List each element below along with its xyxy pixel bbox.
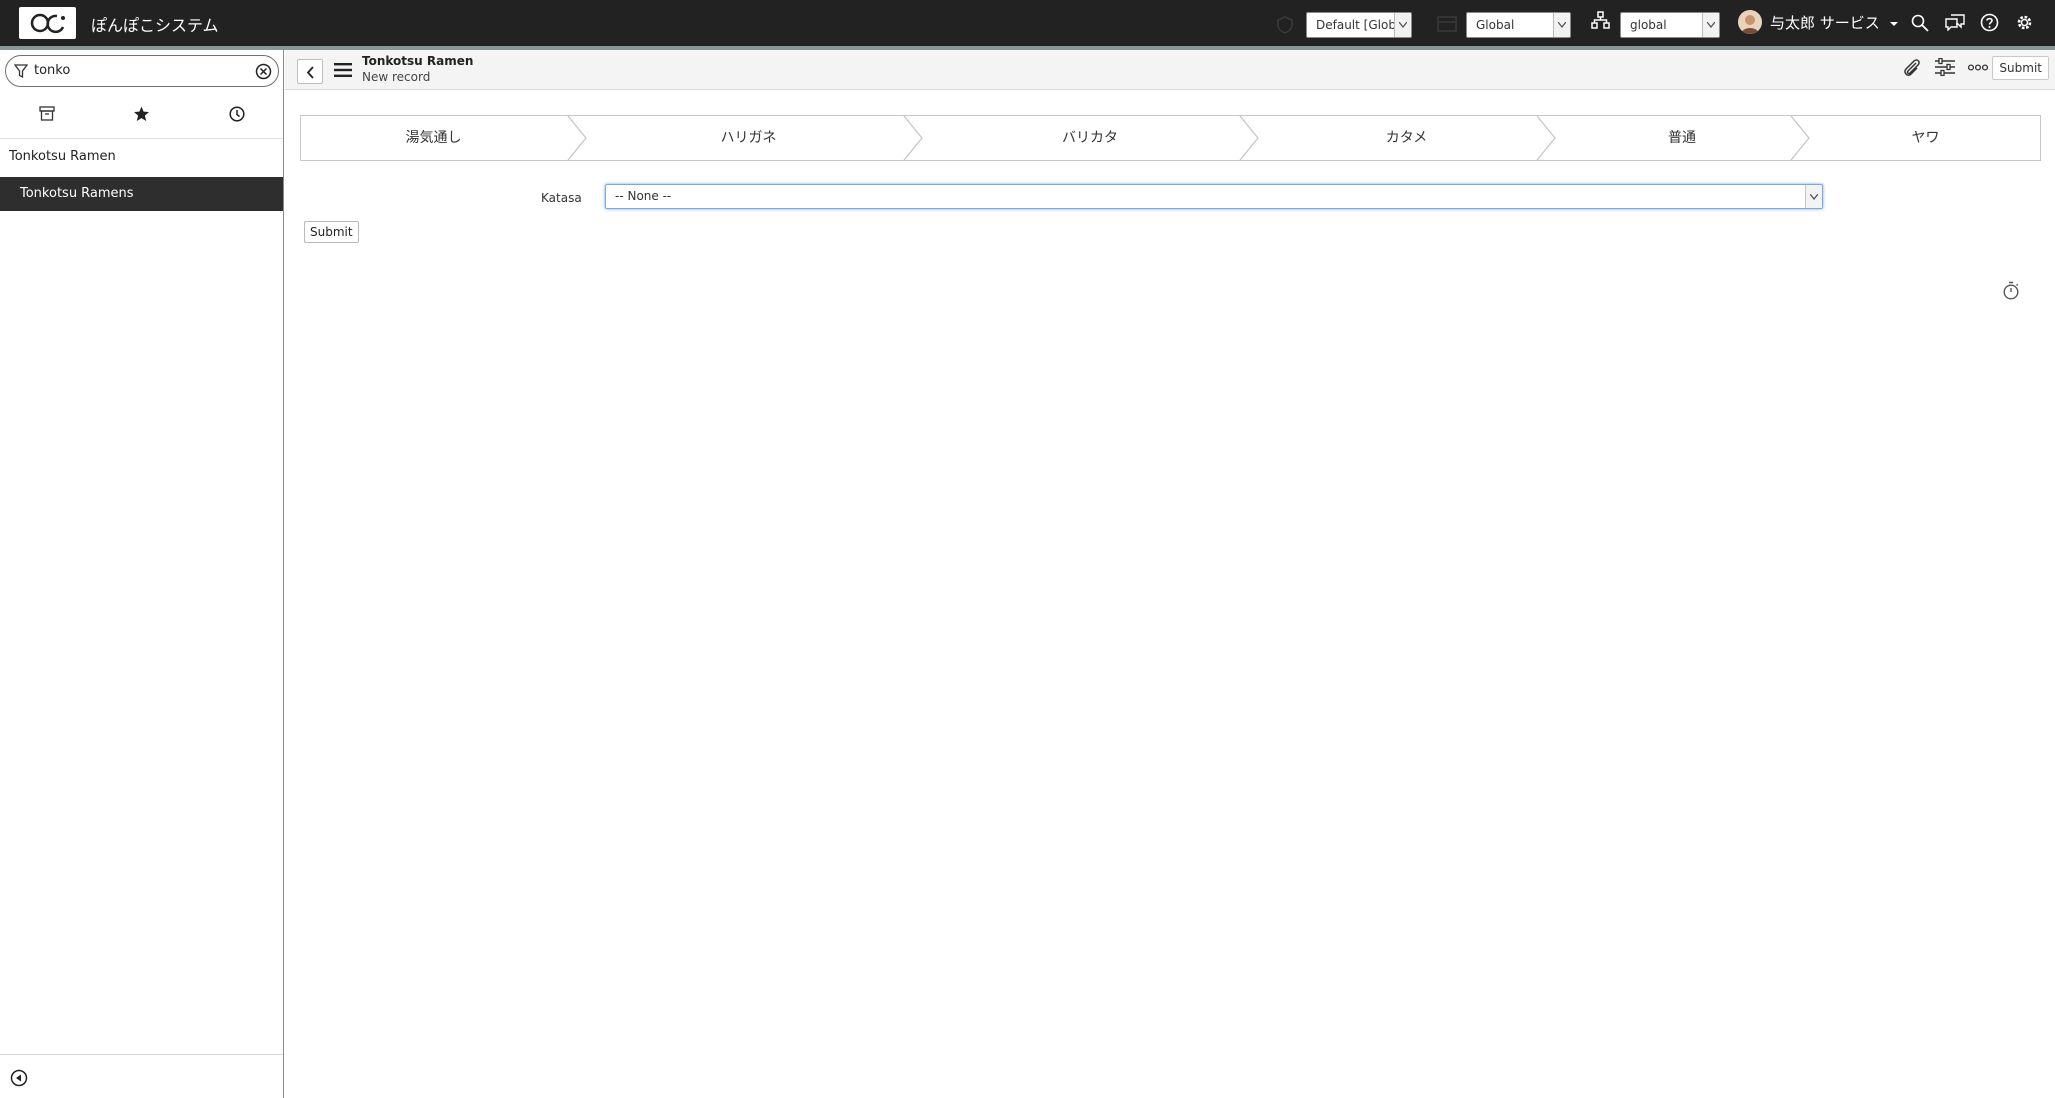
flow-step: ヤワ (1911, 130, 1940, 146)
gear-icon[interactable] (2015, 13, 2034, 32)
archive-icon[interactable] (39, 106, 55, 121)
back-button[interactable] (297, 59, 323, 84)
domain-value: global (1630, 18, 1667, 32)
shield-icon[interactable] (1277, 16, 1293, 34)
sidebar-footer (0, 1054, 283, 1098)
process-flow: 湯気通し ハリガネ バリカタ カタメ 普通 ヤワ (300, 115, 2041, 161)
help-icon[interactable] (1980, 13, 1999, 32)
katasa-select[interactable]: -- None -- (605, 184, 1823, 209)
nav-module-label: Tonkotsu Ramens (20, 186, 134, 201)
katasa-select-value: -- None -- (615, 189, 672, 203)
flow-step: ハリガネ (720, 130, 777, 146)
search-icon[interactable] (1911, 14, 1929, 32)
application-scope-value: Global (1476, 18, 1515, 32)
personalize-form-icon[interactable] (1935, 58, 1955, 76)
flow-step: 湯気通し (405, 130, 462, 146)
nav-module-tonkotsu-ramens[interactable]: Tonkotsu Ramens (0, 177, 283, 211)
domain-select[interactable]: global (1620, 12, 1720, 38)
chevron-down-icon (1553, 13, 1570, 37)
header-submit-button[interactable]: Submit (1992, 56, 2049, 80)
user-name: 与太郎 サービス (1770, 14, 1880, 32)
chevron-left-icon (306, 66, 314, 79)
form-header: Tonkotsu Ramen New record Submit (285, 50, 2055, 90)
attachment-icon[interactable] (1902, 57, 1922, 79)
filter-navigator-input[interactable]: tonko (5, 55, 279, 87)
application-scope-select[interactable]: Global (1466, 12, 1571, 38)
flow-step: 普通 (1668, 130, 1696, 146)
clear-icon[interactable] (255, 63, 272, 80)
hamburger-menu-icon[interactable] (334, 63, 352, 77)
caret-down-icon (1889, 21, 1898, 26)
star-icon[interactable] (133, 106, 150, 122)
record-title: Tonkotsu Ramen (362, 54, 474, 68)
flow-step: バリカタ (1062, 130, 1118, 146)
record-subtitle: New record (362, 70, 431, 84)
clock-icon[interactable] (229, 106, 245, 122)
nav-module-tonkotsu-ramen[interactable]: Tonkotsu Ramen (0, 140, 283, 174)
package-icon[interactable] (1437, 16, 1457, 32)
now-logo-icon[interactable] (19, 7, 76, 39)
collapse-nav-icon[interactable] (10, 1069, 28, 1087)
navigator-sidebar: tonko Tonkotsu Ramen Tonkotsu Ramens (0, 50, 284, 1098)
stopwatch-icon[interactable] (2002, 281, 2020, 300)
navigator-tabs (0, 94, 283, 139)
app-title: ぽんぽこシステム (91, 16, 219, 35)
chevron-down-icon (1805, 185, 1822, 208)
form-submit-button[interactable]: Submit (304, 221, 359, 243)
top-bar: ぽんぽこシステム Default [Global] Global global … (0, 0, 2055, 50)
user-menu[interactable]: 与太郎 サービス (1770, 12, 1899, 33)
hierarchy-icon[interactable] (1591, 11, 1610, 29)
nav-module-label: Tonkotsu Ramen (9, 149, 116, 164)
update-set-select[interactable]: Default [Global] (1306, 12, 1412, 38)
flow-step: カタメ (1385, 130, 1428, 146)
chat-icon[interactable] (1945, 14, 1965, 31)
katasa-field-label: Katasa (541, 191, 582, 205)
chevron-down-icon (1394, 13, 1411, 37)
filter-icon (14, 64, 28, 79)
avatar[interactable] (1738, 10, 1762, 34)
chevron-down-icon (1702, 13, 1719, 37)
more-options-icon[interactable] (1968, 64, 1988, 71)
filter-value: tonko (34, 63, 71, 78)
